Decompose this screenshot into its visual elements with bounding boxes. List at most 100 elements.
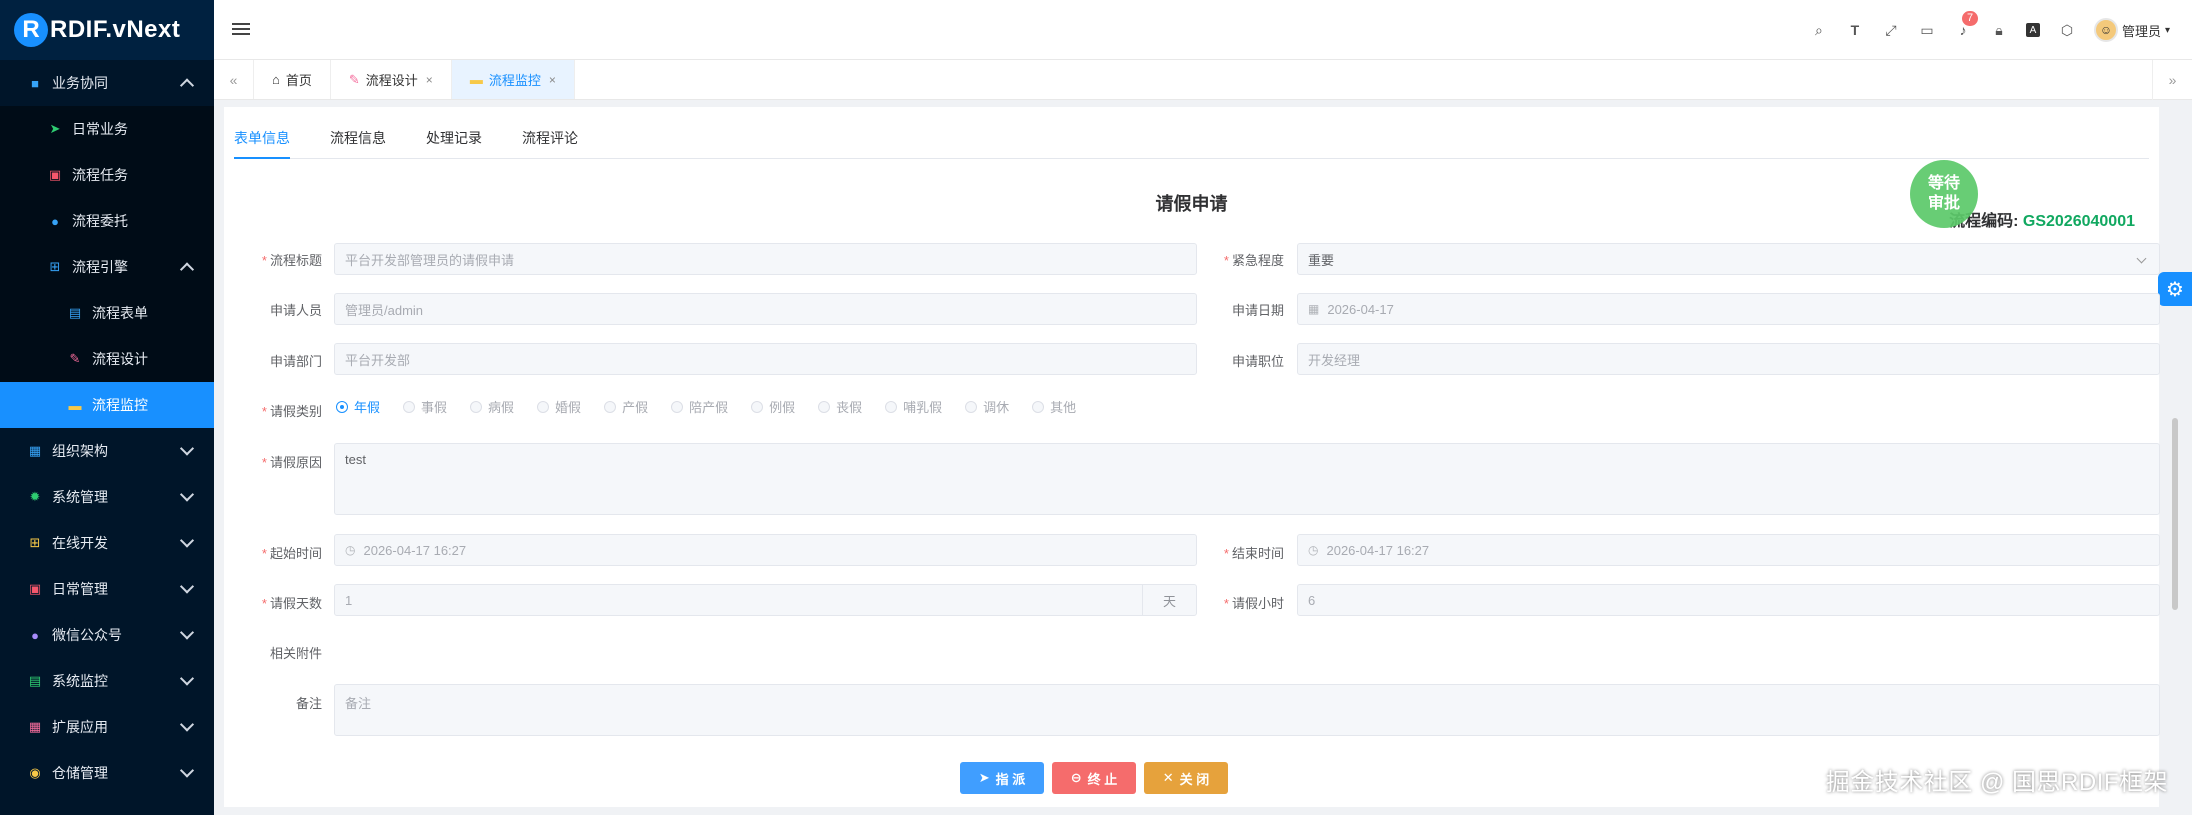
sidebar-item-monitor[interactable]: ▬ 流程监控 <box>0 382 214 428</box>
sidebar-item-business[interactable]: ■ 业务协同 <box>0 60 214 106</box>
chevron-up-icon <box>179 78 195 93</box>
radio-marriage[interactable]: 婚假 <box>537 397 581 416</box>
days-input[interactable]: 1天 <box>334 584 1197 616</box>
radio-paternity[interactable]: 陪产假 <box>671 397 728 416</box>
sidebar-item-sysmonitor[interactable]: ▤ 系统监控 <box>0 658 214 704</box>
settings-gear-icon[interactable]: ⚙ <box>2158 272 2192 306</box>
dept-input[interactable]: 平台开发部 <box>334 343 1197 375</box>
tab-home[interactable]: ⌂ 首页 <box>254 60 331 99</box>
form-tabs: 表单信息 流程信息 处理记录 流程评论 <box>234 107 2149 159</box>
scrollbar[interactable] <box>2172 418 2178 610</box>
start-time-input[interactable]: ◷ 2026-04-17 16:27 <box>334 534 1197 566</box>
translate-icon[interactable]: A <box>2025 23 2040 37</box>
sidebar-item-extensions[interactable]: ▦ 扩展应用 <box>0 704 214 750</box>
applicant-label: 申请人员 <box>269 303 322 318</box>
package-icon[interactable]: ⬡ <box>2058 21 2076 39</box>
reason-textarea[interactable]: test <box>334 443 2160 515</box>
stamp-text: 等待审批 <box>1927 175 1960 212</box>
position-input[interactable]: 开发经理 <box>1297 343 2160 375</box>
hours-input[interactable]: 6 <box>1297 584 2160 616</box>
title-value: 平台开发部管理员的请假申请 <box>345 252 515 268</box>
tab-form-info[interactable]: 表单信息 <box>234 128 290 159</box>
user-menu[interactable]: ☺ 管理员 ▾ <box>2093 18 2170 42</box>
sidebar-item-engine[interactable]: ⊞ 流程引擎 <box>0 244 214 290</box>
radio-bereavement[interactable]: 丧假 <box>818 397 862 416</box>
date-input[interactable]: ▦ 2026-04-17 <box>1297 293 2160 325</box>
button-label: 指 派 <box>995 771 1026 787</box>
app-logo[interactable]: R RDIF.vNext <box>0 0 214 60</box>
chevron-down-icon <box>179 579 195 594</box>
home-icon: ⌂ <box>272 72 280 87</box>
radio-compensatory[interactable]: 调休 <box>965 397 1009 416</box>
radio-label: 陪产假 <box>689 400 729 415</box>
chevron-down-icon <box>2136 253 2147 264</box>
remark-textarea[interactable]: 备注 <box>334 684 2160 736</box>
notify-badge: 7 <box>1961 11 1979 26</box>
close-icon[interactable]: × <box>426 73 433 87</box>
sidebar-item-tasks[interactable]: ▣ 流程任务 <box>0 152 214 198</box>
message-icon[interactable]: ▭ <box>1918 21 1936 39</box>
menu-toggle-icon[interactable] <box>232 22 250 37</box>
sidebar-item-label: 流程设计 <box>92 351 148 367</box>
chevron-down-icon <box>179 625 195 640</box>
tab-monitor[interactable]: ▬ 流程监控 × <box>451 60 575 99</box>
close-icon: ✕ <box>1162 770 1174 785</box>
radio-label: 调休 <box>983 400 1010 415</box>
chevron-down-icon <box>179 717 195 732</box>
radio-maternity[interactable]: 产假 <box>604 397 648 416</box>
radio-annual[interactable]: 年假 <box>336 397 380 416</box>
terminate-button[interactable]: ⊖ 终 止 <box>1052 762 1136 794</box>
radio-other[interactable]: 其他 <box>1032 397 1076 416</box>
tab-design[interactable]: ✎ 流程设计 × <box>331 60 452 99</box>
bell-icon[interactable]: ♪ 7 <box>1954 11 1979 39</box>
title-label: 流程标题 <box>242 250 322 269</box>
title-input[interactable]: 平台开发部管理员的请假申请 <box>334 243 1197 275</box>
sidebar-item-form[interactable]: ▤ 流程表单 <box>0 290 214 336</box>
tabs-scroll-right-icon[interactable]: » <box>2152 60 2192 100</box>
radio-dot <box>751 400 764 413</box>
radio-nursing[interactable]: 哺乳假 <box>885 397 942 416</box>
lock-icon[interactable]: 🔒︎ <box>1990 21 2008 39</box>
font-size-icon[interactable]: T <box>1846 21 1864 39</box>
user-name: 管理员 <box>2121 23 2161 39</box>
radio-dot <box>537 400 550 413</box>
fullscreen-icon[interactable]: ⤢ <box>1882 21 1900 39</box>
tab-records[interactable]: 处理记录 <box>426 128 482 158</box>
sidebar-item-daily[interactable]: ➤ 日常业务 <box>0 106 214 152</box>
urgency-select[interactable]: 重要 <box>1297 243 2160 275</box>
close-icon[interactable]: × <box>549 73 556 87</box>
assign-button[interactable]: ➤ 指 派 <box>960 762 1044 794</box>
radio-personal[interactable]: 事假 <box>403 397 447 416</box>
grid-icon: ⊞ <box>29 535 41 550</box>
design-icon: ✎ <box>69 351 81 366</box>
clipboard-icon: ▣ <box>48 167 62 182</box>
date-value: 2026-04-17 <box>1327 301 1394 317</box>
sidebar-item-delegate[interactable]: ● 流程委托 <box>0 198 214 244</box>
end-time-input[interactable]: ◷ 2026-04-17 16:27 <box>1297 534 2160 566</box>
tab-comments[interactable]: 流程评论 <box>522 128 578 158</box>
people-icon: ● <box>51 213 59 229</box>
urgency-value: 重要 <box>1308 252 1335 268</box>
sidebar-item-devonline[interactable]: ⊞ 在线开发 <box>0 520 214 566</box>
logo-text: RDIF.vNext <box>50 16 181 43</box>
minus-circle-icon: ⊖ <box>1070 770 1082 785</box>
radio-menstrual[interactable]: 例假 <box>751 397 795 416</box>
radio-dot <box>671 400 684 413</box>
tab-label: 首页 <box>285 73 312 88</box>
applicant-input[interactable]: 管理员/admin <box>334 293 1197 325</box>
radio-label: 例假 <box>769 400 796 415</box>
sidebar-item-design[interactable]: ✎ 流程设计 <box>0 336 214 382</box>
sidebar-item-org[interactable]: ▦ 组织架构 <box>0 428 214 474</box>
sidebar: R RDIF.vNext ■ 业务协同 ➤ 日常业务 ▣ 流程任务 ● 流程委托 ⊞ 流程… <box>0 0 214 815</box>
sidebar-item-label: 流程表单 <box>92 305 148 321</box>
tab-flow-info[interactable]: 流程信息 <box>330 128 386 158</box>
radio-sick[interactable]: 病假 <box>470 397 514 416</box>
close-button[interactable]: ✕ 关 闭 <box>1144 762 1228 794</box>
search-icon[interactable]: ⌕ <box>1810 21 1828 39</box>
tab-label: 流程设计 <box>365 73 418 88</box>
tabs-scroll-left-icon[interactable]: « <box>214 60 254 99</box>
sidebar-item-dailymgmt[interactable]: ▣ 日常管理 <box>0 566 214 612</box>
sidebar-item-wechat[interactable]: ● 微信公众号 <box>0 612 214 658</box>
sidebar-item-label: 日常业务 <box>72 121 128 137</box>
sidebar-item-system[interactable]: ✹ 系统管理 <box>0 474 214 520</box>
